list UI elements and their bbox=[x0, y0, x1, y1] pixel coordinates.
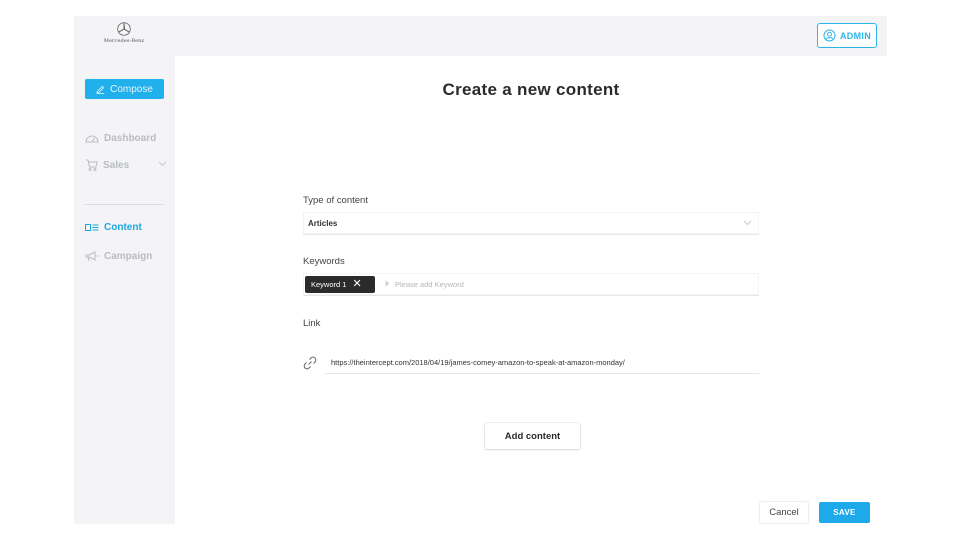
sidebar-item-label: Campaign bbox=[104, 250, 153, 262]
gauge-icon bbox=[85, 135, 99, 143]
sidebar: Compose Dashboard Sales Content Campaign bbox=[74, 56, 175, 524]
chevron-down-icon[interactable] bbox=[158, 161, 167, 167]
cancel-button[interactable]: Cancel bbox=[760, 502, 808, 523]
mercedes-star-icon bbox=[117, 22, 131, 36]
admin-account-button[interactable]: ADMIN bbox=[817, 23, 877, 48]
app-window: Mercedes-Benz ADMIN Compose Dashboard Sa… bbox=[74, 16, 887, 524]
sidebar-item-label: Content bbox=[104, 221, 142, 233]
sidebar-item-dashboard[interactable]: Dashboard bbox=[85, 130, 167, 146]
chevron-down-icon bbox=[743, 220, 752, 226]
sidebar-item-campaign[interactable]: Campaign bbox=[85, 248, 167, 264]
brand-name: Mercedes-Benz bbox=[103, 38, 145, 44]
pencil-icon bbox=[96, 85, 105, 94]
sidebar-item-label: Sales bbox=[103, 159, 130, 171]
brand-logo[interactable]: Mercedes-Benz bbox=[102, 22, 146, 52]
sidebar-divider bbox=[85, 204, 164, 205]
link-label: Link bbox=[303, 318, 321, 329]
keyword-chip-label: Keyword 1 bbox=[311, 280, 347, 289]
compose-button[interactable]: Compose bbox=[85, 79, 164, 99]
close-icon[interactable]: ✕ bbox=[352, 279, 361, 290]
admin-label: ADMIN bbox=[840, 30, 871, 41]
user-circle-icon bbox=[823, 29, 836, 42]
link-icon bbox=[303, 356, 317, 370]
sidebar-item-content[interactable]: Content bbox=[85, 219, 167, 235]
save-button[interactable]: SAVE bbox=[819, 502, 870, 523]
keywords-field: Keyword 1 ✕ bbox=[303, 273, 759, 296]
content-icon bbox=[85, 223, 99, 231]
sidebar-item-sales[interactable]: Sales bbox=[85, 157, 167, 173]
top-header: Mercedes-Benz ADMIN bbox=[74, 16, 887, 56]
type-of-content-select[interactable]: Articles bbox=[303, 212, 759, 235]
keyword-chip: Keyword 1 ✕ bbox=[305, 276, 375, 293]
sidebar-item-label: Dashboard bbox=[104, 132, 157, 144]
page-title: Create a new content bbox=[442, 80, 620, 99]
add-content-button[interactable]: Add content bbox=[485, 423, 580, 449]
keywords-label: Keywords bbox=[303, 256, 345, 267]
caret-right-icon bbox=[385, 280, 390, 287]
select-value: Articles bbox=[308, 219, 338, 228]
type-of-content-label: Type of content bbox=[303, 195, 368, 206]
cart-icon bbox=[86, 159, 98, 171]
megaphone-icon bbox=[85, 250, 99, 261]
keyword-input[interactable] bbox=[395, 277, 725, 292]
main-content: Create a new content Type of content Art… bbox=[175, 56, 887, 524]
link-input[interactable]: https://theintercept.com/2018/04/19/jame… bbox=[325, 351, 759, 374]
compose-label: Compose bbox=[110, 83, 153, 95]
link-value: https://theintercept.com/2018/04/19/jame… bbox=[331, 358, 625, 367]
